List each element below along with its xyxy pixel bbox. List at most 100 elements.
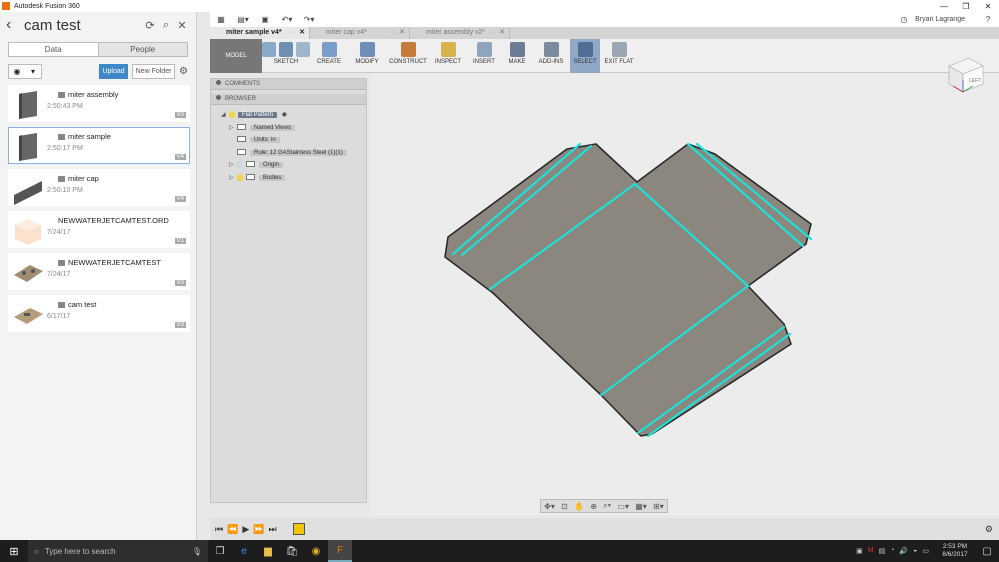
orbit-icon[interactable]: ✥▾: [544, 502, 555, 511]
tree-node-bodies[interactable]: ▷ Bodies: [229, 173, 286, 183]
visibility-bulb-icon[interactable]: [237, 173, 243, 181]
pan-icon[interactable]: ✋: [574, 502, 584, 511]
file-item-newwaterjetcamtest[interactable]: NEWWATERJETCAMTEST 7/24/17 V3: [8, 253, 190, 290]
close-tab-icon[interactable]: ✕: [299, 27, 305, 39]
taskbar-clock[interactable]: 2:53 PM 8/6/2017: [935, 543, 975, 559]
insert-group[interactable]: INSERT: [466, 39, 502, 73]
create-group[interactable]: CREATE: [310, 39, 348, 73]
close-tab-icon[interactable]: ✕: [399, 27, 405, 39]
select-group[interactable]: SELECT: [570, 39, 600, 73]
chrome-icon[interactable]: ◉: [304, 540, 328, 562]
tab-miter-assembly[interactable]: miter assembly v2* ◌ ✕: [410, 27, 510, 39]
construct-group[interactable]: CONSTRUCT: [386, 39, 430, 73]
gear-icon[interactable]: ⚙: [179, 66, 188, 77]
step-back-icon[interactable]: ⏪: [227, 524, 238, 535]
timeline-settings-icon[interactable]: ⚙: [985, 524, 993, 535]
edge-browser-icon[interactable]: e: [232, 540, 256, 562]
browser-panel: COMMENTS BROWSER ◢ Flat Pattern ◉ ▷ Named …: [210, 78, 367, 503]
new-folder-button[interactable]: New Folder: [132, 63, 176, 79]
grid-settings-icon[interactable]: ▦▾: [635, 502, 647, 511]
job-status-icon[interactable]: ◷: [893, 15, 915, 24]
back-icon[interactable]: ‹: [6, 16, 24, 34]
upload-button[interactable]: Upload: [99, 63, 129, 79]
tab-miter-cap[interactable]: miter cap v4* ◌ ✕: [310, 27, 410, 39]
file-explorer-icon[interactable]: ▆: [256, 540, 280, 562]
version-badge: V3: [174, 280, 186, 286]
expand-triangle-icon[interactable]: ▷: [229, 173, 237, 183]
tab-miter-sample[interactable]: miter sample v4* ◌ ✕: [210, 27, 310, 39]
go-to-start-icon[interactable]: ⏮: [215, 524, 223, 535]
close-panel-icon[interactable]: ✕: [174, 19, 190, 32]
close-tab-icon[interactable]: ✕: [499, 27, 505, 39]
file-item-cam-test[interactable]: cam test 6/17/17 V3: [8, 295, 190, 332]
tray-app-icon[interactable]: ▣: [856, 547, 863, 555]
refresh-icon[interactable]: ⟳: [142, 19, 158, 32]
step-forward-icon[interactable]: ⏩: [253, 524, 264, 535]
volume-icon[interactable]: 🔊: [899, 547, 908, 555]
save-icon[interactable]: ▣: [254, 15, 276, 24]
notifications-icon[interactable]: ▢: [975, 540, 999, 562]
tree-node-origin[interactable]: ▷ Origin: [229, 160, 284, 170]
flat-pattern-part[interactable]: [370, 74, 999, 515]
zoom-window-icon[interactable]: ⌕▾: [603, 501, 611, 511]
tab-data[interactable]: Data: [9, 43, 98, 56]
user-menu[interactable]: Bryan Lagrange: [915, 16, 965, 23]
network-icon[interactable]: ◒: [913, 547, 917, 555]
tree-node-named-views[interactable]: ▷ Named Views: [229, 123, 295, 133]
expand-triangle-icon[interactable]: ▷: [229, 123, 237, 133]
viewports-icon[interactable]: ⊞▾: [653, 502, 664, 511]
help-icon[interactable]: ?: [977, 15, 999, 24]
maximize-button[interactable]: ❐: [955, 2, 977, 11]
view-cube[interactable]: LEFT: [939, 50, 989, 98]
fusion-taskbar-icon[interactable]: F: [328, 540, 352, 562]
search-icon[interactable]: ⌕: [158, 19, 174, 32]
display-settings-icon[interactable]: ▭▾: [617, 502, 629, 511]
tray-app-icon[interactable]: ▤: [879, 547, 886, 555]
tree-node-flat-pattern[interactable]: ◢ Flat Pattern ◉: [221, 110, 287, 120]
comments-header[interactable]: COMMENTS: [211, 79, 366, 90]
close-window-button[interactable]: ✕: [977, 2, 999, 11]
microphone-icon[interactable]: 🎙: [192, 547, 202, 556]
language-icon[interactable]: ▭: [922, 547, 929, 555]
visibility-bulb-icon[interactable]: [229, 110, 235, 118]
make-group[interactable]: MAKE: [502, 39, 532, 73]
visibility-bulb-icon[interactable]: [237, 160, 243, 168]
add-ins-group[interactable]: ADD-INS: [532, 39, 570, 73]
collapse-triangle-icon[interactable]: ◢: [221, 110, 229, 120]
expand-triangle-icon[interactable]: ▷: [229, 160, 237, 170]
file-item-newwaterjetcamtest-ord[interactable]: NEWWATERJETCAMTEST.ORD 7/24/17 V1: [8, 211, 190, 248]
activate-radio-icon[interactable]: ◉: [282, 112, 287, 118]
minimize-button[interactable]: —: [933, 2, 955, 11]
look-at-icon[interactable]: ⊡: [561, 502, 568, 511]
exit-flat-group[interactable]: EXIT FLAT: [600, 39, 638, 73]
timeline-feature-flat-pattern[interactable]: [292, 523, 305, 535]
go-to-end-icon[interactable]: ⏭: [268, 524, 276, 535]
sketch-group[interactable]: SKETCH: [262, 39, 310, 73]
task-view-icon[interactable]: ❐: [208, 540, 232, 562]
file-item-miter-sample[interactable]: miter sample 2:50:17 PM V4: [8, 127, 190, 164]
windows-start-icon[interactable]: ⊞: [0, 545, 28, 558]
store-icon[interactable]: 🛍: [280, 540, 304, 562]
undo-icon[interactable]: ↶▾: [276, 15, 298, 24]
file-item-miter-cap[interactable]: miter cap 2:50:10 PM V4: [8, 169, 190, 206]
view-mode-select[interactable]: ◉ ▾: [8, 63, 42, 79]
file-menu-icon[interactable]: ▤▾: [232, 15, 254, 24]
zoom-icon[interactable]: ⊕: [590, 502, 597, 511]
tree-node-rule[interactable]: Rule: 12 GAStainless Steel (1)(1): [237, 148, 347, 158]
tab-label: miter sample v4*: [226, 29, 282, 36]
browser-header[interactable]: BROWSER: [211, 94, 366, 105]
play-icon[interactable]: ▶: [242, 524, 249, 535]
modify-group[interactable]: MODIFY: [348, 39, 386, 73]
taskbar-search[interactable]: ○ Type here to search 🎙: [28, 540, 208, 562]
canvas-viewport[interactable]: [370, 74, 999, 515]
tree-node-units[interactable]: Units: in: [237, 135, 280, 145]
tray-app-icon[interactable]: ◔: [890, 547, 894, 555]
group-label: MAKE: [508, 59, 526, 65]
tray-app-icon[interactable]: M: [868, 547, 874, 555]
grid-menu-icon[interactable]: ▦: [210, 15, 232, 24]
workspace-switcher[interactable]: MODEL: [210, 39, 262, 73]
inspect-group[interactable]: INSPECT: [430, 39, 466, 73]
tab-people[interactable]: People: [97, 43, 187, 56]
redo-icon[interactable]: ↷▾: [298, 15, 320, 24]
file-item-miter-assembly[interactable]: miter assembly 2:50:43 PM V3: [8, 85, 190, 122]
